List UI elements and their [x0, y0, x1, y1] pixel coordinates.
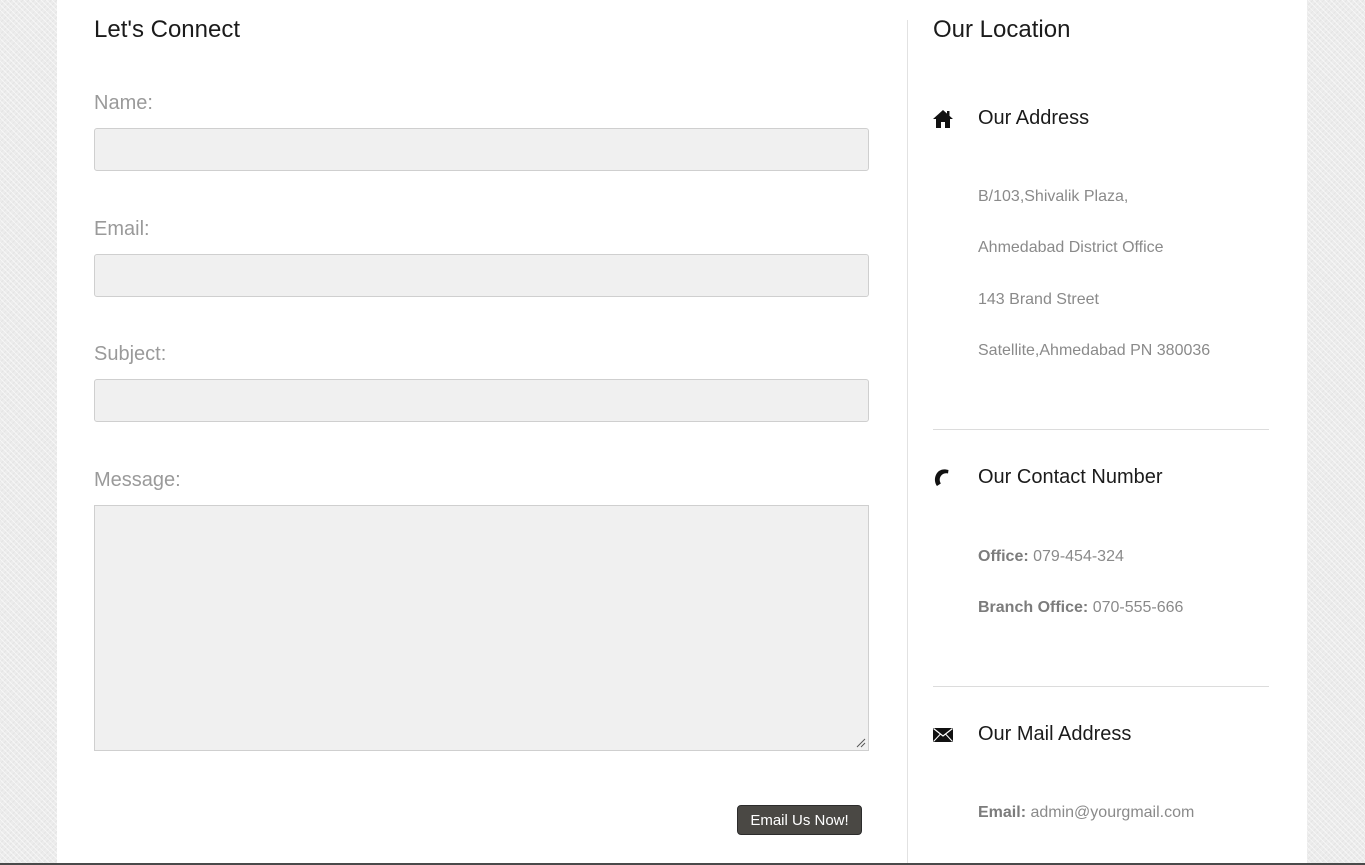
subject-input[interactable]	[94, 379, 869, 422]
address-line: B/103,Shivalik Plaza,	[978, 188, 1129, 205]
branch-phone-label: Branch Office:	[978, 599, 1089, 616]
office-phone-value: 079-454-324	[1033, 548, 1124, 565]
office-phone: Office: 079-454-324	[978, 548, 1124, 566]
phone-icon	[934, 469, 949, 486]
name-label: Name:	[94, 92, 153, 114]
envelope-icon	[933, 728, 953, 742]
section-divider	[933, 686, 1269, 687]
resize-grip-icon[interactable]	[856, 738, 866, 748]
address-heading: Our Address	[978, 107, 1090, 129]
subject-label: Subject:	[94, 343, 167, 365]
message-textarea[interactable]	[94, 505, 869, 751]
home-icon	[933, 110, 953, 128]
address-line: Ahmedabad District Office	[978, 239, 1164, 256]
email-us-button[interactable]: Email Us Now!	[737, 805, 862, 835]
name-input[interactable]	[94, 128, 869, 171]
address-line: Satellite,Ahmedabad PN 380036	[978, 342, 1211, 359]
email-label: Email:	[94, 218, 150, 240]
mail-email-label: Email:	[978, 804, 1027, 821]
contact-form-title: Let's Connect	[94, 16, 241, 43]
office-phone-label: Office:	[978, 548, 1029, 565]
location-title: Our Location	[933, 16, 1071, 43]
mail-heading: Our Mail Address	[978, 723, 1132, 745]
address-line: 143 Brand Street	[978, 291, 1099, 308]
mail-email-value: admin@yourgmail.com	[1030, 804, 1195, 821]
message-label: Message:	[94, 469, 181, 491]
branch-phone: Branch Office: 070-555-666	[978, 599, 1183, 617]
email-input[interactable]	[94, 254, 869, 297]
contact-heading: Our Contact Number	[978, 466, 1163, 488]
page-container: Let's Connect Name: Email: Subject: Mess…	[57, 0, 1307, 865]
column-divider	[907, 20, 908, 865]
branch-phone-value: 070-555-666	[1092, 599, 1184, 616]
section-divider	[933, 429, 1269, 430]
mail-email: Email: admin@yourgmail.com	[978, 804, 1194, 822]
